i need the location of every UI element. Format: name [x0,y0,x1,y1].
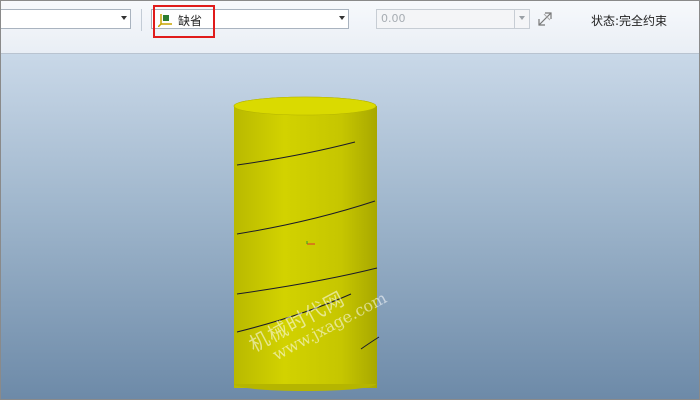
dashboard-toolbar: 缺省 0.00 状态:完全约束 [1,1,699,54]
value-dropdown-button[interactable] [514,10,529,28]
toolbar-separator [141,9,142,31]
chevron-down-icon [519,16,525,20]
flip-direction-icon[interactable] [536,10,554,28]
graphics-viewport[interactable]: 机械时代网 www.jxage.com [1,54,699,399]
app-window: 缺省 0.00 状态:完全约束 机械时代网 www.jxage.com [0,0,700,400]
cylinder-model[interactable] [1,54,699,399]
constraint-status-text: 状态:完全约束 [591,14,668,28]
value-combo-box[interactable]: 0.00 [376,9,530,29]
red-highlight-box [153,5,215,38]
cylinder-cap [233,96,377,116]
value-field-text: 0.00 [381,12,406,25]
chevron-down-icon[interactable] [121,16,127,20]
chevron-down-icon[interactable] [339,16,345,20]
cylinder-side [234,106,377,384]
left-combo-box[interactable] [1,9,131,29]
